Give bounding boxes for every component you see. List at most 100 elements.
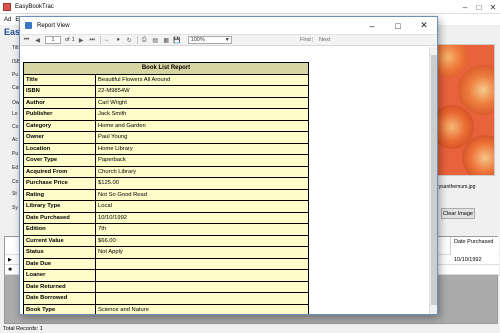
report-row: Rating Not So Good Read: [23, 188, 309, 201]
report-row: Status Not Apply: [23, 246, 309, 259]
page-setup-icon[interactable]: ▦: [162, 36, 171, 45]
form-field-label: Ac: [12, 137, 18, 143]
print-layout-icon[interactable]: ▤: [151, 36, 160, 45]
report-row: ISBN 22-M9854W: [23, 85, 309, 98]
main-window-controls: – □ ✕: [458, 0, 500, 14]
report-field-value: Not So Good Read: [95, 188, 309, 201]
close-icon[interactable]: ✕: [486, 0, 500, 14]
report-field-label: Author: [23, 96, 96, 109]
next-page-icon[interactable]: ▶: [77, 36, 86, 45]
report-field-value: $66.00: [95, 234, 309, 247]
scrollbar-thumb[interactable]: [431, 55, 437, 305]
vertical-scrollbar[interactable]: [429, 47, 437, 314]
main-window-titlebar: EasyBookTrac – □ ✕: [0, 0, 500, 14]
report-field-value: [95, 269, 309, 282]
find-link[interactable]: Find: [300, 37, 311, 43]
report-row: Title Beautiful Flowers All Around: [23, 73, 309, 86]
report-field-value: 22-M9854W: [95, 85, 309, 98]
form-field-label: Sy: [12, 205, 18, 211]
report-row: Acquired From Church Library: [23, 165, 309, 178]
report-field-label: Cover Type: [23, 154, 96, 167]
minimize-icon[interactable]: –: [458, 0, 472, 14]
form-field-label: Ed: [12, 165, 19, 171]
report-field-label: Library Type: [23, 200, 96, 213]
report-view-window: Report View – □ ✕ ⏮ ◀ 1 of 1 ▶ ⏭ ← ● ↻ ⎙…: [19, 16, 438, 315]
toolbar-separator: [99, 36, 101, 44]
report-field-value: [95, 292, 309, 305]
report-row: Author Carl Wright: [23, 96, 309, 109]
book-list-report-table: Book List Report Title Beautiful Flowers …: [23, 62, 309, 314]
report-row: Category Home and Garden: [23, 119, 309, 132]
report-field-label: Title: [23, 73, 96, 86]
maximize-icon[interactable]: □: [472, 0, 486, 14]
menu-item-add[interactable]: Ad: [4, 17, 11, 23]
report-field-value: Carl Wright: [95, 96, 309, 109]
image-filename: rysanthemum.jpg: [437, 184, 476, 190]
report-row: Date Due: [23, 257, 309, 270]
last-page-icon[interactable]: ⏭: [88, 36, 97, 45]
form-field-label: Co: [12, 179, 19, 185]
report-canvas: Book List Report Title Beautiful Flowers …: [20, 47, 437, 314]
report-field-value: Home and Garden: [95, 119, 309, 132]
export-icon[interactable]: 💾: [173, 36, 182, 45]
clear-image-button[interactable]: Clear Image: [441, 208, 475, 219]
flower-bloom: [438, 45, 468, 77]
report-field-label: Edition: [23, 223, 96, 236]
report-field-label: Date Borrowed: [23, 292, 96, 305]
report-field-label: Owner: [23, 131, 96, 144]
report-field-value: [95, 257, 309, 270]
stop-icon[interactable]: ●: [114, 36, 123, 45]
report-field-label: Category: [23, 119, 96, 132]
minimize-icon[interactable]: –: [359, 17, 385, 34]
previous-page-icon[interactable]: ◀: [33, 36, 42, 45]
report-field-label: Rating: [23, 188, 96, 201]
current-row-icon: ▶: [8, 257, 12, 263]
report-field-label: Loaner: [23, 269, 96, 282]
report-field-label: Current Value: [23, 234, 96, 247]
report-row: Date Purchased 10/10/1992: [23, 211, 309, 224]
form-field-label: St: [12, 191, 17, 197]
toolbar-separator: [136, 36, 138, 44]
report-view-titlebar: Report View – □ ✕: [20, 17, 437, 34]
page-of-label: of: [65, 37, 70, 43]
report-icon: [25, 22, 32, 29]
print-icon[interactable]: ⎙: [140, 36, 149, 45]
report-field-value: 7th: [95, 223, 309, 236]
form-field-label: Titl: [12, 45, 19, 51]
form-field-label: Pu: [12, 72, 19, 78]
column-header-date-purchased[interactable]: Date Purchased: [450, 237, 498, 255]
back-icon[interactable]: ←: [103, 36, 112, 45]
status-bar: Total Records: 1: [0, 325, 500, 333]
first-page-icon[interactable]: ⏮: [22, 36, 31, 45]
report-toolbar: ⏮ ◀ 1 of 1 ▶ ⏭ ← ● ↻ ⎙ ▤ ▦ 💾 100% ▼ Find…: [20, 34, 437, 46]
report-field-label: Purchase Price: [23, 177, 96, 190]
report-field-value: Paul Young: [95, 131, 309, 144]
report-row: Book Type Science and Nature: [23, 303, 309, 314]
zoom-select[interactable]: 100% ▼: [187, 36, 232, 44]
total-pages-label: 1: [71, 37, 75, 43]
report-view-title: Report View: [37, 22, 70, 29]
close-icon[interactable]: ✕: [411, 17, 437, 34]
report-field-value: [95, 280, 309, 293]
app-icon: [3, 2, 11, 11]
report-heading-row: Book List Report: [23, 62, 309, 75]
cell-date-purchased[interactable]: 10/10/1992: [450, 257, 498, 263]
report-field-value: Home Library: [95, 142, 309, 155]
find-next-link[interactable]: Next: [319, 37, 330, 43]
new-row-icon: ✱: [8, 267, 13, 273]
report-row: Date Returned: [23, 280, 309, 293]
page-number-input[interactable]: 1: [45, 36, 61, 44]
report-row: Owner Paul Young: [23, 131, 309, 144]
report-field-value: Paperback: [95, 154, 309, 167]
report-field-label: Date Due: [23, 257, 96, 270]
chevron-down-icon: ▼: [224, 37, 230, 43]
report-field-label: Location: [23, 142, 96, 155]
toolbar-divider: |: [312, 37, 314, 43]
maximize-icon[interactable]: □: [385, 17, 411, 34]
book-image: [437, 44, 495, 176]
refresh-icon[interactable]: ↻: [125, 36, 134, 45]
report-field-value: $125.00: [95, 177, 309, 190]
report-field-label: ISBN: [23, 85, 96, 98]
form-field-label: Co: [12, 124, 19, 130]
report-row: Current Value $66.00: [23, 234, 309, 247]
